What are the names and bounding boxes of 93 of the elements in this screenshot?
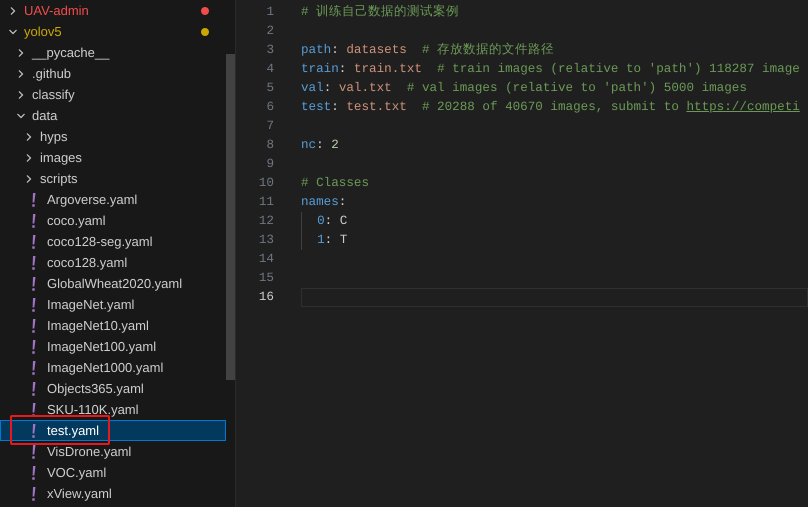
code-token: # 训练自己数据的测试案例 bbox=[301, 3, 460, 22]
folder-item[interactable]: UAV-admin bbox=[0, 0, 226, 21]
line-number: 1 bbox=[265, 4, 274, 22]
line-number: 15 bbox=[258, 270, 274, 288]
exclamation-icon bbox=[31, 402, 36, 416]
exclamation-icon bbox=[31, 192, 36, 206]
code-token: 0 bbox=[317, 213, 325, 230]
file-item[interactable]: coco128.yaml bbox=[0, 252, 226, 273]
file-item[interactable]: ImageNet1000.yaml bbox=[0, 357, 226, 378]
file-item[interactable]: coco.yaml bbox=[0, 210, 226, 231]
file-item[interactable]: test.yaml bbox=[0, 420, 226, 441]
code-token: test.txt bbox=[346, 99, 407, 116]
exclamation-icon bbox=[31, 466, 36, 480]
code-token: val.txt bbox=[338, 80, 392, 98]
line-number: 12 bbox=[258, 213, 274, 230]
exclamation-icon bbox=[31, 486, 36, 500]
code-token: # val images (relative to 'path') 5000 images bbox=[406, 80, 747, 98]
exclamation-icon bbox=[31, 340, 36, 354]
exclamation-icon bbox=[31, 360, 36, 374]
line-number: 5 bbox=[265, 80, 274, 98]
chevron-right-icon bbox=[8, 6, 18, 16]
chevron-right-icon bbox=[16, 68, 26, 78]
line-number: 13 bbox=[258, 232, 274, 250]
line-number: 2 bbox=[265, 23, 274, 40]
exclamation-icon bbox=[31, 444, 36, 458]
folder-item[interactable]: classify bbox=[0, 84, 226, 105]
folder-item[interactable]: __pycache__ bbox=[0, 42, 226, 63]
folder-item[interactable]: .github bbox=[0, 63, 226, 84]
code-token: datasets bbox=[346, 42, 407, 60]
folder-item[interactable]: hyps bbox=[0, 126, 226, 147]
exclamation-icon bbox=[31, 234, 36, 248]
code-token: train bbox=[301, 61, 339, 78]
scrollbar-thumb[interactable] bbox=[226, 54, 235, 380]
code-token: : bbox=[324, 80, 332, 98]
code-token: nc bbox=[301, 137, 316, 154]
code-token: : bbox=[338, 61, 348, 78]
code-token: # train images (relative to 'path') 118287 image bbox=[437, 61, 800, 78]
code-token: : bbox=[331, 99, 340, 116]
code-token: : bbox=[331, 42, 340, 60]
chevron-right-icon bbox=[16, 48, 26, 58]
file-item[interactable]: xView.yaml bbox=[0, 483, 226, 504]
chevron-right-icon bbox=[24, 132, 34, 142]
file-item[interactable]: VOC.yaml bbox=[0, 462, 226, 483]
exclamation-icon bbox=[31, 298, 36, 312]
code-token: path bbox=[301, 42, 332, 60]
file-item[interactable]: coco128-seg.yaml bbox=[0, 231, 226, 252]
line-number: 4 bbox=[265, 61, 274, 78]
folder-item[interactable]: yolov5 bbox=[0, 21, 226, 42]
code-token: : C bbox=[324, 213, 348, 230]
file-item[interactable]: ImageNet10.yaml bbox=[0, 315, 226, 336]
file-item[interactable]: ImageNet.yaml bbox=[0, 294, 226, 315]
chevron-right-icon bbox=[24, 174, 34, 184]
folder-item[interactable]: scripts bbox=[0, 168, 226, 189]
folder-item[interactable]: data bbox=[0, 105, 226, 126]
code-token: : bbox=[338, 194, 346, 212]
file-item[interactable]: Objects365.yaml bbox=[0, 378, 226, 399]
file-item[interactable]: ImageNet100.yaml bbox=[0, 336, 226, 357]
code-token: # 存放数据的文件路径 bbox=[422, 42, 554, 60]
line-number: 14 bbox=[258, 251, 274, 268]
code-token: val bbox=[301, 80, 324, 98]
line-number: 9 bbox=[265, 156, 274, 174]
code-token: # 20288 of 40670 images, submit to bbox=[422, 99, 680, 116]
exclamation-icon bbox=[31, 276, 36, 290]
chevron-right-icon bbox=[24, 152, 34, 162]
exclamation-icon bbox=[31, 382, 36, 396]
file-item[interactable]: SKU-110K.yaml bbox=[0, 399, 226, 420]
code-token: : T bbox=[324, 232, 348, 250]
exclamation-icon bbox=[31, 424, 36, 438]
code-token: : bbox=[316, 137, 325, 154]
code-token: 1 bbox=[317, 232, 325, 250]
exclamation-icon bbox=[31, 318, 36, 332]
file-item[interactable]: VisDrone.yaml bbox=[0, 441, 226, 462]
code-token: # Classes bbox=[301, 175, 370, 192]
code-token: 2 bbox=[331, 137, 339, 154]
line-number: 8 bbox=[265, 137, 274, 154]
line-number: 7 bbox=[265, 118, 274, 136]
file-item[interactable]: GlobalWheat2020.yaml bbox=[0, 273, 226, 294]
code-token: test bbox=[301, 99, 332, 116]
folder-item[interactable]: images bbox=[0, 147, 226, 168]
exclamation-icon bbox=[31, 214, 36, 228]
exclamation-icon bbox=[31, 256, 36, 270]
code-token: train.txt bbox=[354, 61, 422, 78]
line-number: 6 bbox=[265, 99, 274, 116]
code-token: names bbox=[301, 194, 339, 212]
line-number: 10 bbox=[258, 175, 274, 192]
chevron-down-icon bbox=[8, 26, 18, 36]
chevron-down-icon bbox=[16, 110, 26, 120]
code-link[interactable]: https://competi bbox=[686, 98, 800, 117]
line-number: 3 bbox=[265, 42, 274, 60]
chevron-right-icon bbox=[16, 90, 26, 100]
file-item[interactable]: Argoverse.yaml bbox=[0, 189, 226, 210]
line-number: 11 bbox=[258, 194, 274, 212]
line-number: 16 bbox=[258, 289, 274, 306]
